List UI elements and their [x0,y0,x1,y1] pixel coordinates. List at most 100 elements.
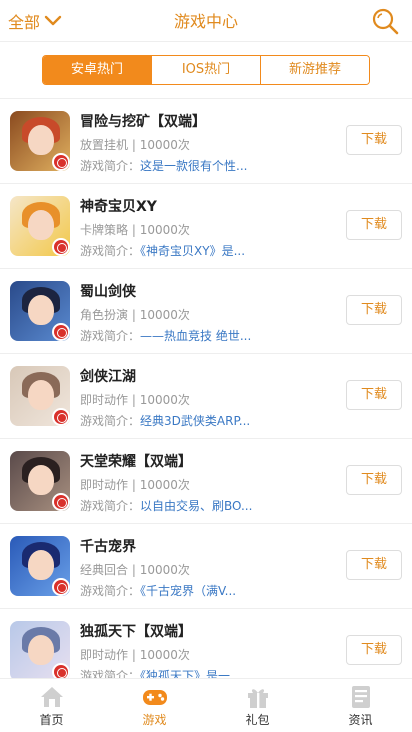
platform-badge-icon [52,663,70,678]
game-downloads: 10000次 [139,138,190,152]
game-genre: 放置挂机 [80,138,129,152]
intro-text: 这是一款很有个性... [140,159,248,173]
home-icon [40,687,63,707]
thumbnail-face [28,465,54,495]
game-meta: 即时动作 | 10000次 [80,476,190,493]
platform-badge-icon [52,578,70,596]
game-name[interactable]: 神奇宝贝XY [80,196,157,216]
nav-item-news[interactable]: 资讯 [309,679,412,732]
thumbnail-face [28,295,54,325]
gift-icon [247,689,268,708]
nav-label: 资讯 [348,713,373,727]
game-name[interactable]: 冒险与挖矿【双端】 [80,111,206,131]
game-intro: 游戏简介：《神奇宝贝XY》是... [80,242,260,259]
gamepad-icon [142,690,167,705]
game-thumbnail[interactable] [10,281,70,341]
thumbnail-face [28,210,54,240]
download-button[interactable]: 下载 [346,550,402,580]
meta-divider: | [128,563,140,577]
meta-divider: | [128,393,140,407]
game-thumbnail[interactable] [10,366,70,426]
game-intro: 游戏简介：——热血竞技 绝世... [80,327,260,344]
game-downloads: 10000次 [139,308,190,322]
download-button[interactable]: 下载 [346,465,402,495]
thumbnail-face [28,380,54,410]
game-list-item[interactable]: 天堂荣耀【双端】 即时动作 | 10000次 游戏简介：以自由交易、刷BO... 下载 [0,439,412,524]
meta-divider: | [128,478,140,492]
nav-item-home[interactable]: 首页 [0,679,103,732]
intro-prefix: 游戏简介： [80,159,141,173]
game-downloads: 10000次 [139,393,190,407]
meta-divider: | [128,223,140,237]
platform-badge-icon [52,493,70,511]
intro-prefix: 游戏简介： [80,499,141,513]
game-genre: 角色扮演 [80,308,129,322]
download-button[interactable]: 下载 [346,380,402,410]
game-thumbnail[interactable] [10,451,70,511]
intro-text: 《千古宠界（满V... [140,584,237,598]
download-button[interactable]: 下载 [346,210,402,240]
meta-divider: | [128,648,140,662]
game-thumbnail[interactable] [10,111,70,171]
platform-badge-icon [52,408,70,426]
intro-text: ——热血竞技 绝世... [140,329,252,343]
intro-text: 《神奇宝贝XY》是... [140,244,246,258]
game-thumbnail[interactable] [10,196,70,256]
game-genre: 经典回合 [80,563,129,577]
nav-item-gifts[interactable]: 礼包 [206,679,309,732]
meta-divider: | [128,138,140,152]
game-thumbnail[interactable] [10,536,70,596]
game-intro: 游戏简介：《千古宠界（满V... [80,582,260,599]
intro-prefix: 游戏简介： [80,329,141,343]
download-button[interactable]: 下载 [346,295,402,325]
game-name[interactable]: 剑侠江湖 [80,366,136,386]
meta-divider: | [128,308,140,322]
game-downloads: 10000次 [139,563,190,577]
game-intro: 游戏简介：这是一款很有个性... [80,157,260,174]
game-genre: 即时动作 [80,393,129,407]
game-intro: 游戏简介：《独孤天下》是一... [80,667,260,678]
game-list-item[interactable]: 蜀山剑侠 角色扮演 | 10000次 游戏简介：——热血竞技 绝世... 下载 [0,269,412,354]
game-genre: 卡牌策略 [80,223,129,237]
top-header: 全部 游戏中心 [0,0,412,42]
thumbnail-face [28,635,54,665]
game-list-item[interactable]: 千古宠界 经典回合 | 10000次 游戏简介：《千古宠界（满V... 下载 [0,524,412,609]
intro-prefix: 游戏简介： [80,584,141,598]
platform-badge-icon [52,238,70,256]
platform-badge-icon [52,323,70,341]
game-name[interactable]: 蜀山剑侠 [80,281,136,301]
game-meta: 角色扮演 | 10000次 [80,306,190,323]
game-downloads: 10000次 [139,478,190,492]
intro-text: 经典3D武侠类ARP... [140,414,251,428]
tab-android-hot[interactable]: 安卓热门 [43,56,152,84]
intro-prefix: 游戏简介： [80,244,141,258]
game-thumbnail[interactable] [10,621,70,678]
page-title: 游戏中心 [173,12,238,31]
nav-item-games[interactable]: 游戏 [103,679,206,732]
game-genre: 即时动作 [80,648,129,662]
search-icon[interactable] [370,6,400,36]
download-button[interactable]: 下载 [346,635,402,665]
game-list-item[interactable]: 剑侠江湖 即时动作 | 10000次 游戏简介：经典3D武侠类ARP... 下载 [0,354,412,439]
download-button[interactable]: 下载 [346,125,402,155]
game-name[interactable]: 千古宠界 [80,536,136,556]
intro-prefix: 游戏简介： [80,669,141,678]
tab-ios-hot[interactable]: IOS热门 [152,56,261,84]
game-list: 冒险与挖矿【双端】 放置挂机 | 10000次 游戏简介：这是一款很有个性... 下载… [0,98,412,678]
thumbnail-face [28,550,54,580]
game-meta: 即时动作 | 10000次 [80,391,190,408]
nav-label: 礼包 [245,713,270,727]
intro-prefix: 游戏简介： [80,414,141,428]
game-list-item[interactable]: 冒险与挖矿【双端】放置挂机 | 10000次游戏简介：这是一款很有个性... 下载 [0,99,412,184]
game-meta: 卡牌策略 | 10000次 [80,221,190,238]
game-downloads: 10000次 [139,648,190,662]
nav-label: 首页 [39,713,64,727]
game-name[interactable]: 天堂荣耀【双端】 [80,451,192,471]
game-name[interactable]: 独孤天下【双端】 [80,621,192,641]
platform-tabs: 安卓热门 IOS热门 新游推荐 [42,55,370,85]
game-list-item[interactable]: 神奇宝贝XY 卡牌策略 | 10000次 游戏简介：《神奇宝贝XY》是... 下载 [0,184,412,269]
tab-new-games[interactable]: 新游推荐 [261,56,369,84]
news-icon [351,686,370,708]
game-meta: 经典回合 | 10000次 [80,561,190,578]
game-list-item[interactable]: 独孤天下【双端】即时动作 | 10000次游戏简介：《独孤天下》是一... 下载 [0,609,412,678]
